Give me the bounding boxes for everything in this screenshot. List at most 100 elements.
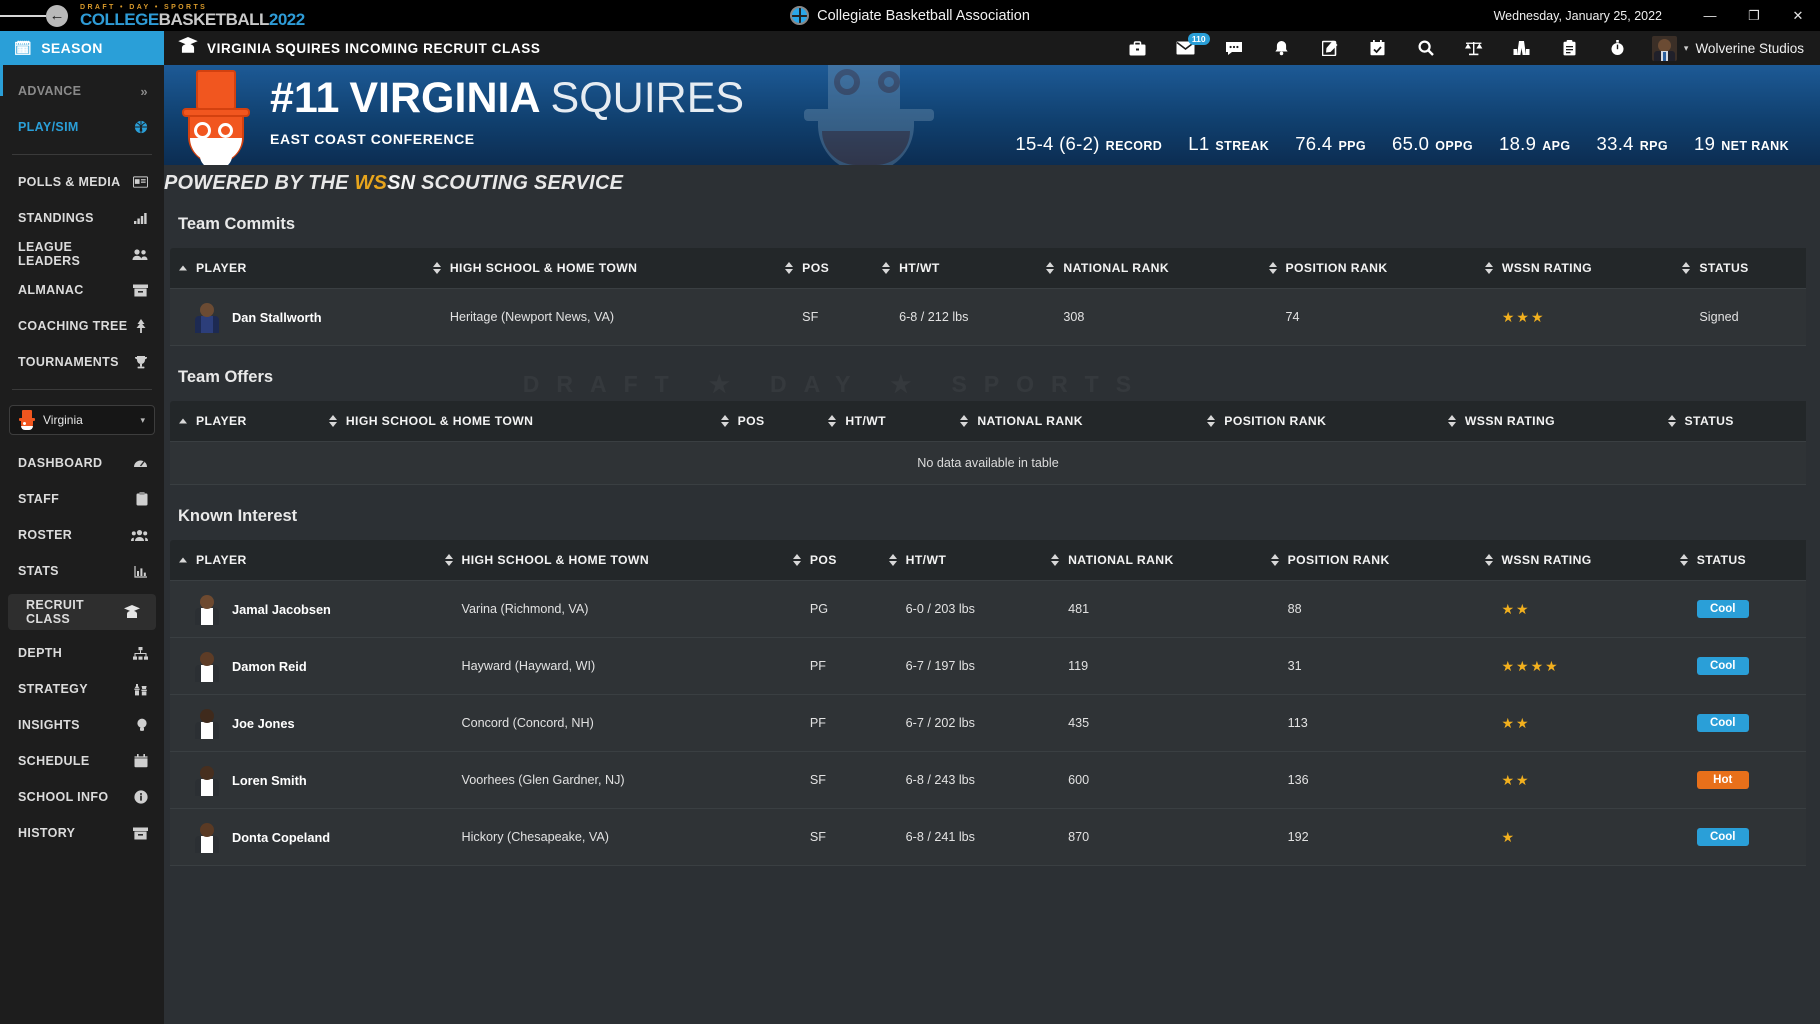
sidebar-item-dashboard[interactable]: DASHBOARD — [0, 445, 164, 481]
mail-icon[interactable]: 110 — [1162, 31, 1210, 65]
cell-status: Cool — [1671, 638, 1806, 695]
briefcase-icon[interactable] — [1114, 31, 1162, 65]
cell-player: Joe Jones — [170, 695, 436, 752]
column-header-pos[interactable]: POS — [712, 401, 820, 442]
sidebar-item-standings[interactable]: STANDINGS — [0, 200, 164, 236]
binoculars-icon[interactable] — [1498, 31, 1546, 65]
column-header-label: WSSN RATING — [1502, 553, 1592, 567]
column-header-player[interactable]: PLAYER — [170, 540, 436, 581]
gauge-icon — [133, 456, 148, 470]
column-header-label: WSSN RATING — [1502, 261, 1592, 275]
column-header-player[interactable]: PLAYER — [170, 401, 320, 442]
sidebar-item-insights[interactable]: INSIGHTS — [0, 707, 164, 743]
column-header-position-rank[interactable]: POSITION RANK — [1262, 540, 1476, 581]
table-row[interactable]: Damon ReidHayward (Hayward, WI)PF6-7 / 1… — [170, 638, 1806, 695]
sidebar-season-header[interactable]: 🗓 SEASON — [0, 31, 164, 65]
column-header-pos[interactable]: POS — [776, 248, 873, 289]
sidebar-item-depth[interactable]: DEPTH — [0, 635, 164, 671]
column-header-ht-wt[interactable]: HT/WT — [873, 248, 1037, 289]
search-icon[interactable] — [1402, 31, 1450, 65]
column-header-status[interactable]: STATUS — [1659, 401, 1807, 442]
stat-rpg: 33.4RPG — [1584, 133, 1682, 155]
column-header-position-rank[interactable]: POSITION RANK — [1198, 401, 1439, 442]
sort-indicator-icon — [889, 554, 897, 566]
star-rating-icon: ★★★★ — [1502, 658, 1560, 674]
player-name[interactable]: Damon Reid — [232, 659, 307, 674]
compose-icon[interactable] — [1306, 31, 1354, 65]
column-header-high-school-home-town[interactable]: HIGH SCHOOL & HOME TOWN — [436, 540, 784, 581]
bell-icon[interactable] — [1258, 31, 1306, 65]
player-name[interactable]: Dan Stallworth — [232, 310, 322, 325]
sidebar-item-history[interactable]: HISTORY — [0, 815, 164, 851]
sidebar-item-almanac[interactable]: ALMANAC — [0, 272, 164, 308]
table-row[interactable]: Loren SmithVoorhees (Glen Gardner, NJ)SF… — [170, 752, 1806, 809]
sidebar-item-league-leaders[interactable]: LEAGUE LEADERS — [0, 236, 164, 272]
player-name[interactable]: Joe Jones — [232, 716, 295, 731]
column-header-ht-wt[interactable]: HT/WT — [819, 401, 951, 442]
content-scroll-area[interactable]: DRAFT ★ DAY ★ SPORTS COLLEGEBASKETBALL20… — [164, 201, 1820, 1024]
column-header-national-rank[interactable]: NATIONAL RANK — [1042, 540, 1262, 581]
sidebar-item-label: DEPTH — [18, 646, 62, 660]
chat-icon[interactable] — [1210, 31, 1258, 65]
column-header-wssn-rating[interactable]: WSSN RATING — [1476, 248, 1674, 289]
sidebar-item-staff[interactable]: STAFF — [0, 481, 164, 517]
player-avatar — [194, 707, 220, 739]
column-header-high-school-home-town[interactable]: HIGH SCHOOL & HOME TOWN — [424, 248, 776, 289]
section-title: Team Offers — [178, 368, 1806, 387]
table-row[interactable]: Joe JonesConcord (Concord, NH)PF6-7 / 20… — [170, 695, 1806, 752]
table-row[interactable]: Jamal JacobsenVarina (Richmond, VA)PG6-0… — [170, 581, 1806, 638]
column-header-status[interactable]: STATUS — [1671, 540, 1806, 581]
table-row[interactable]: Dan StallworthHeritage (Newport News, VA… — [170, 289, 1806, 346]
player-name[interactable]: Jamal Jacobsen — [232, 602, 331, 617]
sidebar-item-schedule[interactable]: SCHEDULE — [0, 743, 164, 779]
cell-player: Loren Smith — [170, 752, 436, 809]
stat-net-rank: 19NET RANK — [1681, 133, 1802, 155]
column-header-national-rank[interactable]: NATIONAL RANK — [951, 401, 1198, 442]
column-header-ht-wt[interactable]: HT/WT — [880, 540, 1042, 581]
sidebar-item-coaching-tree[interactable]: COACHING TREE — [0, 308, 164, 344]
sidebar-item-roster[interactable]: ROSTER — [0, 517, 164, 553]
minimize-button[interactable]: — — [1688, 0, 1732, 31]
column-header-wssn-rating[interactable]: WSSN RATING — [1439, 401, 1659, 442]
newspaper-icon — [133, 176, 148, 188]
column-header-pos[interactable]: POS — [784, 540, 880, 581]
column-header-national-rank[interactable]: NATIONAL RANK — [1037, 248, 1259, 289]
people-icon — [132, 248, 148, 260]
sidebar-item-recruit-class[interactable]: RECRUIT CLASS — [8, 594, 156, 630]
column-header-label: HT/WT — [845, 414, 886, 428]
sidebar-item-school-info[interactable]: SCHOOL INFO — [0, 779, 164, 815]
sidebar-item-polls-media[interactable]: POLLS & MEDIA — [0, 164, 164, 200]
basketball-icon — [134, 120, 148, 134]
table-row[interactable]: Donta CopelandHickory (Chesapeake, VA)SF… — [170, 809, 1806, 866]
sidebar-item-tournaments[interactable]: TOURNAMENTS — [0, 344, 164, 380]
mascot-watermark — [804, 65, 954, 165]
column-header-status[interactable]: STATUS — [1673, 248, 1806, 289]
clipboard-list-icon[interactable] — [1546, 31, 1594, 65]
sidebar-item-play-sim[interactable]: PLAY/SIM — [0, 109, 164, 145]
sort-indicator-icon — [1271, 554, 1279, 566]
column-header-player[interactable]: PLAYER — [170, 248, 424, 289]
tree-icon — [134, 319, 148, 333]
column-header-wssn-rating[interactable]: WSSN RATING — [1476, 540, 1671, 581]
sidebar-item-strategy[interactable]: STRATEGY — [0, 671, 164, 707]
cell-school: Concord (Concord, NH) — [436, 695, 784, 752]
status-text: Signed — [1699, 310, 1738, 324]
sidebar-item-stats[interactable]: STATS — [0, 553, 164, 589]
graduate-icon — [124, 605, 140, 619]
close-button[interactable]: ✕ — [1776, 0, 1820, 31]
hamburger-menu-icon[interactable] — [0, 12, 46, 20]
sidebar-item-advance[interactable]: ADVANCE » — [0, 73, 164, 109]
column-header-high-school-home-town[interactable]: HIGH SCHOOL & HOME TOWN — [320, 401, 712, 442]
stopwatch-icon[interactable] — [1594, 31, 1642, 65]
team-selector[interactable]: Virginia ▾ — [9, 405, 155, 435]
player-name[interactable]: Loren Smith — [232, 773, 307, 788]
column-header-position-rank[interactable]: POSITION RANK — [1260, 248, 1476, 289]
column-header-label: HIGH SCHOOL & HOME TOWN — [462, 553, 650, 567]
back-arrow-icon[interactable]: ← — [46, 5, 68, 27]
calendar-check-icon[interactable] — [1354, 31, 1402, 65]
user-menu[interactable]: ▾ Wolverine Studios — [1642, 36, 1808, 61]
player-name[interactable]: Donta Copeland — [232, 830, 330, 845]
scales-icon[interactable] — [1450, 31, 1498, 65]
column-header-label: STATUS — [1699, 261, 1748, 275]
maximize-button[interactable]: ❐ — [1732, 0, 1776, 31]
